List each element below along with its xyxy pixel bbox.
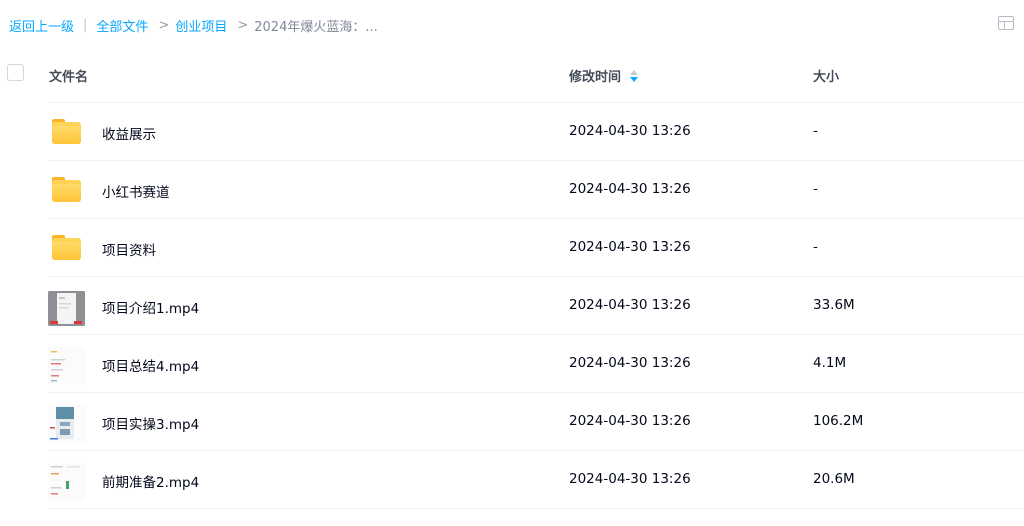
table-row[interactable]: 收益展示 2024-04-30 13:26 - — [48, 102, 1024, 160]
breadcrumb-all-files[interactable]: 全部文件 — [96, 16, 148, 35]
file-size: 33.6M — [813, 297, 855, 313]
table-row[interactable]: 项目总结4.mp4 2024-04-30 13:26 4.1M — [48, 334, 1024, 392]
file-modified: 2024-04-30 13:26 — [569, 355, 691, 371]
grid-view-icon[interactable] — [998, 16, 1014, 30]
file-name[interactable]: 收益展示 — [102, 123, 156, 143]
table-row[interactable]: 前期准备2.mp4 2024-04-30 13:26 20.6M — [48, 450, 1024, 508]
folder-icon — [52, 177, 81, 203]
video-thumbnail — [48, 291, 85, 326]
breadcrumb-separator: | — [83, 17, 88, 33]
file-size: - — [813, 239, 818, 255]
sort-desc-icon[interactable] — [630, 69, 639, 82]
video-thumbnail — [48, 405, 85, 443]
file-modified: 2024-04-30 13:26 — [569, 123, 691, 139]
column-header-size[interactable]: 大小 — [813, 66, 839, 85]
table-row[interactable]: 小红书赛道 2024-04-30 13:26 - — [48, 160, 1024, 218]
table-row[interactable]: 项目介绍1.mp4 2024-04-30 13:26 33.6M — [48, 276, 1024, 334]
back-link[interactable]: 返回上一级 — [9, 16, 74, 35]
file-name[interactable]: 项目介绍1.mp4 — [102, 297, 199, 317]
breadcrumb-current: 2024年爆火蓝海：... — [254, 19, 378, 35]
table-header: 文件名 修改时间 大小 — [0, 52, 1024, 100]
file-modified: 2024-04-30 13:26 — [569, 239, 691, 255]
file-name[interactable]: 前期准备2.mp4 — [102, 471, 199, 491]
video-thumbnail — [48, 463, 85, 501]
file-name[interactable]: 项目资料 — [102, 239, 156, 259]
table-row[interactable]: 项目实操3.mp4 2024-04-30 13:26 106.2M — [48, 392, 1024, 450]
table-bottom-divider — [48, 508, 1024, 509]
file-size: 20.6M — [813, 471, 855, 487]
breadcrumb-level1[interactable]: 创业项目 — [175, 16, 227, 35]
chevron-right-icon: > — [237, 17, 249, 33]
file-modified: 2024-04-30 13:26 — [569, 471, 691, 487]
file-size: - — [813, 181, 818, 197]
table-row[interactable]: 项目资料 2024-04-30 13:26 - — [48, 218, 1024, 276]
column-header-modified-label: 修改时间 — [569, 70, 622, 85]
video-thumbnail — [48, 347, 85, 385]
column-header-modified[interactable]: 修改时间 — [569, 66, 639, 85]
folder-icon — [52, 119, 81, 145]
file-name[interactable]: 小红书赛道 — [102, 181, 170, 201]
file-modified: 2024-04-30 13:26 — [569, 297, 691, 313]
select-all-checkbox[interactable] — [7, 64, 24, 81]
file-modified: 2024-04-30 13:26 — [569, 181, 691, 197]
folder-icon — [52, 235, 81, 261]
file-size: - — [813, 123, 818, 139]
breadcrumb: 返回上一级 | 全部文件 > 创业项目 > 2024年爆火蓝海：... — [9, 15, 378, 35]
file-name[interactable]: 项目总结4.mp4 — [102, 355, 199, 375]
file-size: 106.2M — [813, 413, 864, 429]
file-name[interactable]: 项目实操3.mp4 — [102, 413, 199, 433]
file-modified: 2024-04-30 13:26 — [569, 413, 691, 429]
file-size: 4.1M — [813, 355, 847, 371]
chevron-right-icon: > — [158, 17, 170, 33]
column-header-name[interactable]: 文件名 — [49, 66, 88, 85]
